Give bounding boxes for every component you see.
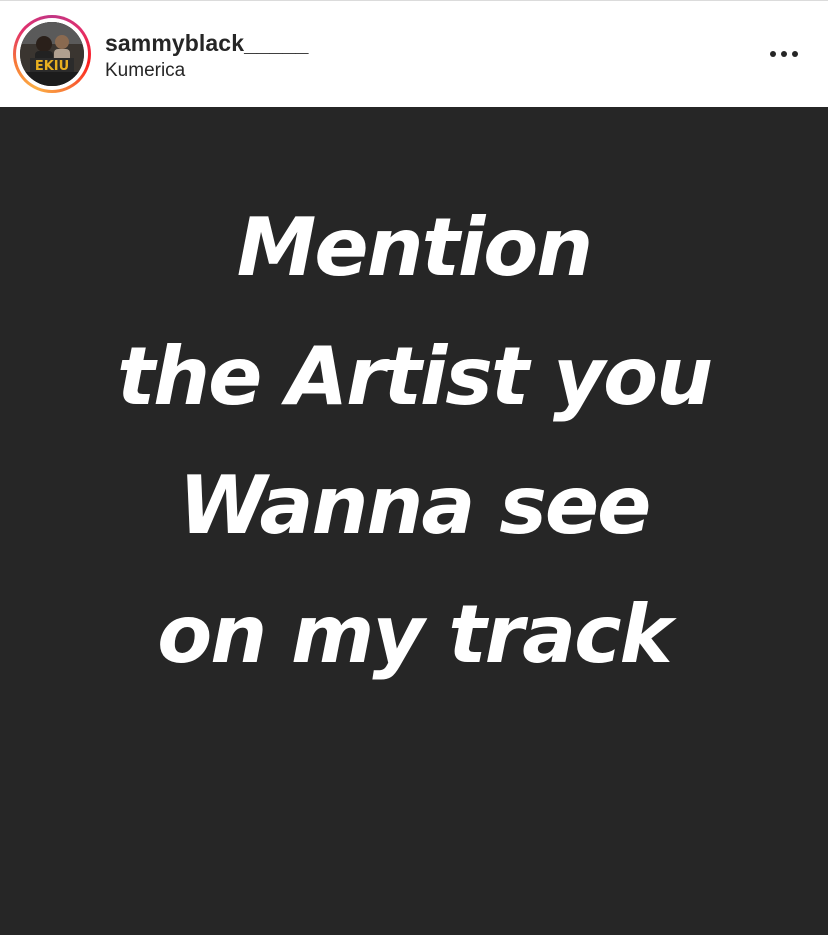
more-options-icon[interactable] (762, 37, 806, 71)
username-link[interactable]: sammyblack_____ (105, 30, 309, 57)
avatar-image: EKIU (20, 22, 84, 86)
image-text-line-4: on my track (157, 588, 672, 681)
instagram-post: EKIU sammyblack_____ Kumerica Mention th… (0, 0, 828, 935)
location-link[interactable]: Kumerica (105, 60, 185, 82)
post-header: EKIU sammyblack_____ Kumerica (0, 0, 828, 107)
story-ring[interactable]: EKIU (13, 15, 91, 93)
svg-text:EKIU: EKIU (35, 59, 69, 74)
post-image-text: Mention the Artist you Wanna see on my t… (0, 183, 828, 699)
profile-avatar[interactable]: EKIU (20, 22, 84, 86)
image-text-line-1: Mention (236, 201, 593, 294)
image-text-line-3: Wanna see (178, 459, 652, 552)
image-text-line-2: the Artist you (116, 330, 713, 423)
